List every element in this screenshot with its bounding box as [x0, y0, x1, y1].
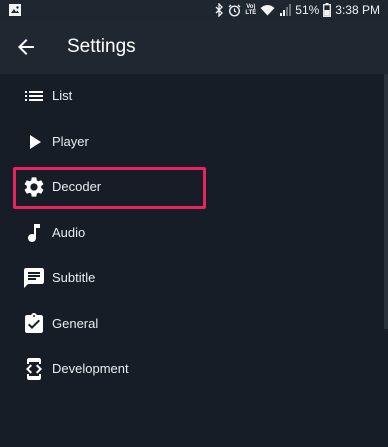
- battery-percent: 51%: [295, 3, 320, 17]
- page-title: Settings: [67, 36, 136, 57]
- developer-mode-icon: [22, 357, 46, 381]
- menu-item-audio[interactable]: Audio: [0, 211, 388, 255]
- play-icon: [22, 130, 46, 154]
- menu-item-label: Development: [52, 361, 129, 376]
- menu-item-label: Audio: [52, 225, 86, 240]
- menu-item-development[interactable]: Development: [0, 347, 388, 391]
- volte-icon: Vo) LTE: [245, 4, 256, 16]
- clipboard-check-icon: [22, 312, 46, 336]
- menu-item-label: Subtitle: [52, 270, 96, 285]
- menu-item-subtitle[interactable]: Subtitle: [0, 256, 388, 300]
- lte-label: LTE: [245, 10, 257, 16]
- subtitle-icon: [22, 266, 46, 290]
- decoder-highlight-box: [13, 167, 206, 209]
- app-bar: Settings: [0, 20, 388, 74]
- arrow-back-icon: [18, 39, 34, 55]
- music-note-icon: [22, 221, 46, 245]
- back-button[interactable]: [14, 35, 38, 59]
- battery-icon: [323, 3, 332, 17]
- list-icon: [22, 84, 46, 108]
- wifi-icon: [260, 4, 275, 16]
- signal-icon: [279, 4, 292, 16]
- clock-time: 3:38 PM: [335, 3, 380, 17]
- menu-item-general[interactable]: General: [0, 302, 388, 346]
- bluetooth-icon: [215, 3, 224, 17]
- menu-item-label: Player: [52, 134, 89, 149]
- menu-item-list[interactable]: List: [0, 74, 388, 118]
- status-bar: Vo) LTE 51% 3:38 PM: [0, 0, 388, 20]
- menu-item-label: General: [52, 316, 99, 331]
- alarm-icon: [228, 4, 241, 17]
- menu-item-label: List: [52, 88, 73, 103]
- menu-item-player[interactable]: Player: [0, 120, 388, 164]
